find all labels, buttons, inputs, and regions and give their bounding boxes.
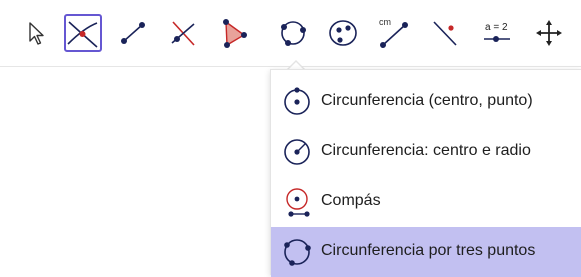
tool-ellipse[interactable] — [324, 14, 362, 52]
menu-item-label: Compás — [321, 192, 381, 209]
svg-text:cm: cm — [379, 17, 391, 27]
ellipse-icon — [329, 20, 357, 46]
tool-slider[interactable]: a = 2 — [478, 14, 516, 52]
menu-item-compass[interactable]: Compás — [271, 177, 581, 227]
circle-center-radius-icon — [279, 134, 315, 170]
intersect-icon — [67, 21, 98, 48]
tool-distance[interactable]: cm — [374, 14, 412, 52]
menu-item-label: Circunferencia: centro e radio — [321, 142, 531, 159]
circle-three-points-icon — [279, 234, 315, 270]
distance-icon: cm — [379, 17, 408, 48]
slider-icon: a = 2 — [484, 22, 510, 42]
tool-reflect[interactable] — [426, 14, 464, 52]
tool-polygon[interactable] — [214, 14, 252, 52]
menu-item-circle-center-point[interactable]: Circunferencia (centro, punto) — [271, 77, 581, 127]
tool-move[interactable] — [16, 14, 54, 52]
menu-item-circle-center-radius[interactable]: Circunferencia: centro e radio — [271, 127, 581, 177]
cursor-arrow-icon — [29, 22, 44, 45]
circle-three-points-icon — [281, 21, 306, 46]
segment-icon — [121, 22, 145, 44]
circle-tools-submenu: Circunferencia (centro, punto) Circunfer… — [270, 69, 581, 277]
menu-item-circle-three-points[interactable]: Circunferencia por tres puntos — [271, 227, 581, 277]
compass-icon — [279, 184, 315, 220]
move-arrows-icon — [536, 20, 562, 46]
polygon-icon — [223, 19, 247, 48]
tool-perpendicular-line[interactable] — [164, 14, 202, 52]
menu-item-label: Circunferencia (centro, punto) — [321, 92, 533, 109]
toolbar: cm a = 2 — [0, 0, 581, 67]
tool-segment[interactable] — [114, 14, 152, 52]
perpendicular-line-icon — [171, 21, 195, 46]
svg-text:a = 2: a = 2 — [485, 22, 508, 33]
tool-intersect[interactable] — [64, 14, 102, 52]
reflect-icon — [433, 21, 457, 46]
menu-item-label: Circunferencia por tres puntos — [321, 242, 536, 259]
tool-circle-three-points[interactable] — [274, 14, 312, 52]
circle-center-point-icon — [279, 84, 315, 120]
tool-move-view[interactable] — [530, 14, 568, 52]
